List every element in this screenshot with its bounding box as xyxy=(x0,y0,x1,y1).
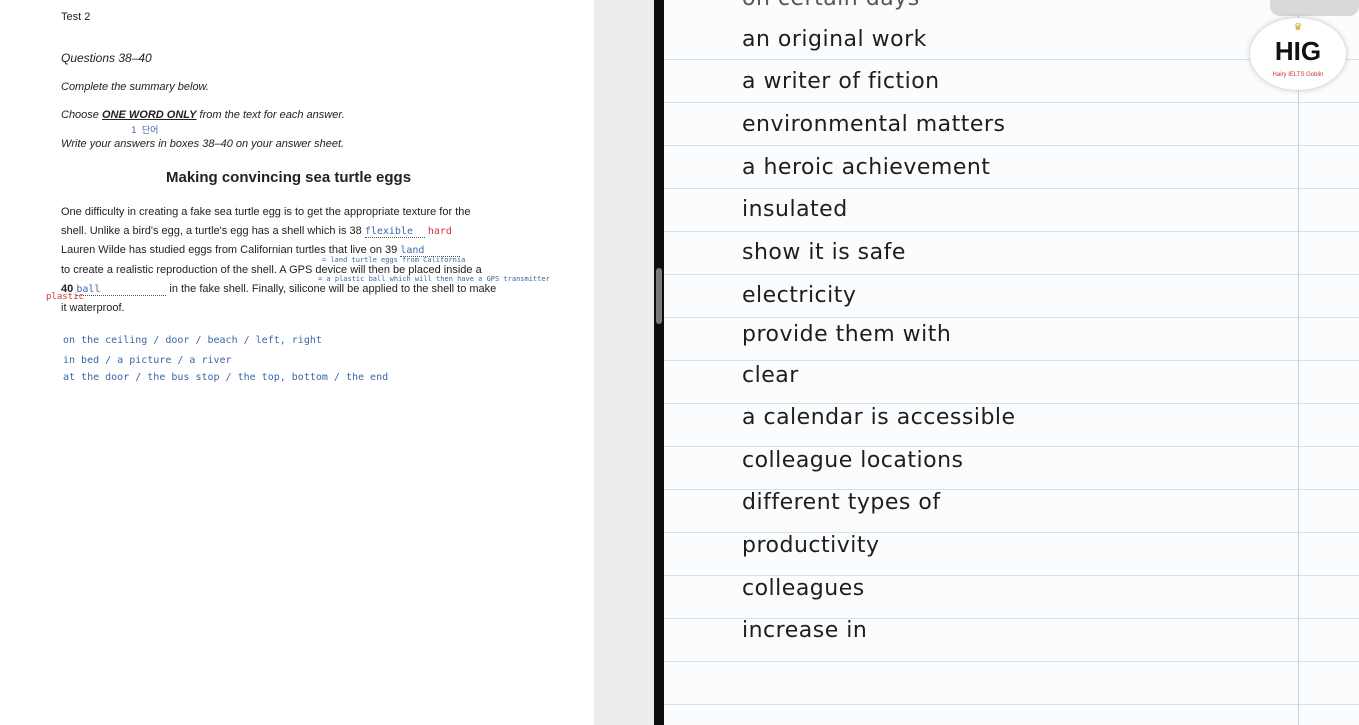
notebook-line: environmental matters xyxy=(742,112,1006,137)
summary-title: Making convincing sea turtle eggs xyxy=(166,169,411,186)
answer-38-note: hard xyxy=(427,226,452,237)
questions-heading: Questions 38–40 xyxy=(61,51,152,65)
notebook-line: colleague locations xyxy=(742,448,964,473)
paragraph-line-1: One difficulty in creating a fake sea tu… xyxy=(61,206,471,218)
answer-38[interactable]: flexible xyxy=(364,226,425,238)
notebook-line: colleagues xyxy=(742,576,865,601)
notebook-line: different types of xyxy=(742,490,941,515)
instruction-write: Write your answers in boxes 38–40 on you… xyxy=(61,138,345,150)
crown-icon: ♛ xyxy=(1293,22,1303,33)
instruction-choose-pre: Choose xyxy=(61,109,102,121)
prep-note-in: in bed / a picture / a river xyxy=(63,355,232,366)
document-pane[interactable]: Test 2 Questions 38–40 Complete the summ… xyxy=(0,0,594,725)
split-divider[interactable] xyxy=(654,0,664,725)
paragraph-line-5: 40 ball in the fake shell. Finally, sili… xyxy=(61,283,496,296)
camera-overlay xyxy=(1270,0,1359,16)
paragraph-line-5-text: in the fake shell. Finally, silicone wil… xyxy=(169,283,497,295)
paragraph-line-2: shell. Unlike a bird's egg, a turtle's e… xyxy=(61,225,452,238)
notebook-line: provide them with xyxy=(742,322,952,347)
annotation-39: = land turtle eggs from California xyxy=(322,256,466,264)
instruction-complete: Complete the summary below. xyxy=(61,81,209,93)
annotation-40: = a plastic ball which will then have a … xyxy=(318,275,550,283)
answer-40-note: plastic xyxy=(46,292,84,302)
paragraph-line-6: it waterproof. xyxy=(61,302,125,314)
paragraph-line-2-text: shell. Unlike a bird's egg, a turtle's e… xyxy=(61,225,362,237)
notebook-line: an original work xyxy=(742,27,927,52)
prep-note-on: on the ceiling / door / beach / left, ri… xyxy=(63,335,322,346)
instruction-choose-post: from the text for each answer. xyxy=(196,109,345,121)
instruction-choose: Choose ONE WORD ONLY from the text for e… xyxy=(61,109,345,121)
logo-title: HIG xyxy=(1274,36,1322,66)
test-label: Test 2 xyxy=(61,11,91,23)
channel-logo: ♛ HIG Hairy IELTS Goblin xyxy=(1250,18,1346,90)
answer-40[interactable]: ball xyxy=(76,284,167,296)
notebook-line: electricity xyxy=(742,283,857,308)
instruction-emphasis: ONE WORD ONLY xyxy=(101,109,197,121)
notebook-line-cut: on certain days xyxy=(742,0,920,11)
notebook-line: clear xyxy=(742,363,799,388)
notebook-line: a writer of fiction xyxy=(742,69,940,94)
logo-subtitle: Hairy IELTS Goblin xyxy=(1272,72,1324,78)
notebook-line: increase in xyxy=(742,618,868,643)
notebook-line: show it is safe xyxy=(742,240,906,265)
notebook-line: productivity xyxy=(742,533,880,558)
notebook-line: a calendar is accessible xyxy=(742,405,1016,430)
page-gutter xyxy=(594,0,654,725)
prep-note-at: at the door / the bus stop / the top, bo… xyxy=(63,372,389,383)
split-divider-handle[interactable] xyxy=(656,268,662,324)
summary-title-text: Making convincing sea turtle eggs xyxy=(166,169,412,186)
notebook-margin-line xyxy=(1298,0,1299,725)
notebook-line: insulated xyxy=(742,197,848,222)
annotation-one-word: 1 단어 xyxy=(131,126,159,136)
paragraph-line-3-text: Lauren Wilde has studied eggs from Calif… xyxy=(61,244,398,256)
notebook-pane[interactable]: on certain days an original work a write… xyxy=(664,0,1359,725)
notebook-line: a heroic achievement xyxy=(742,155,991,180)
